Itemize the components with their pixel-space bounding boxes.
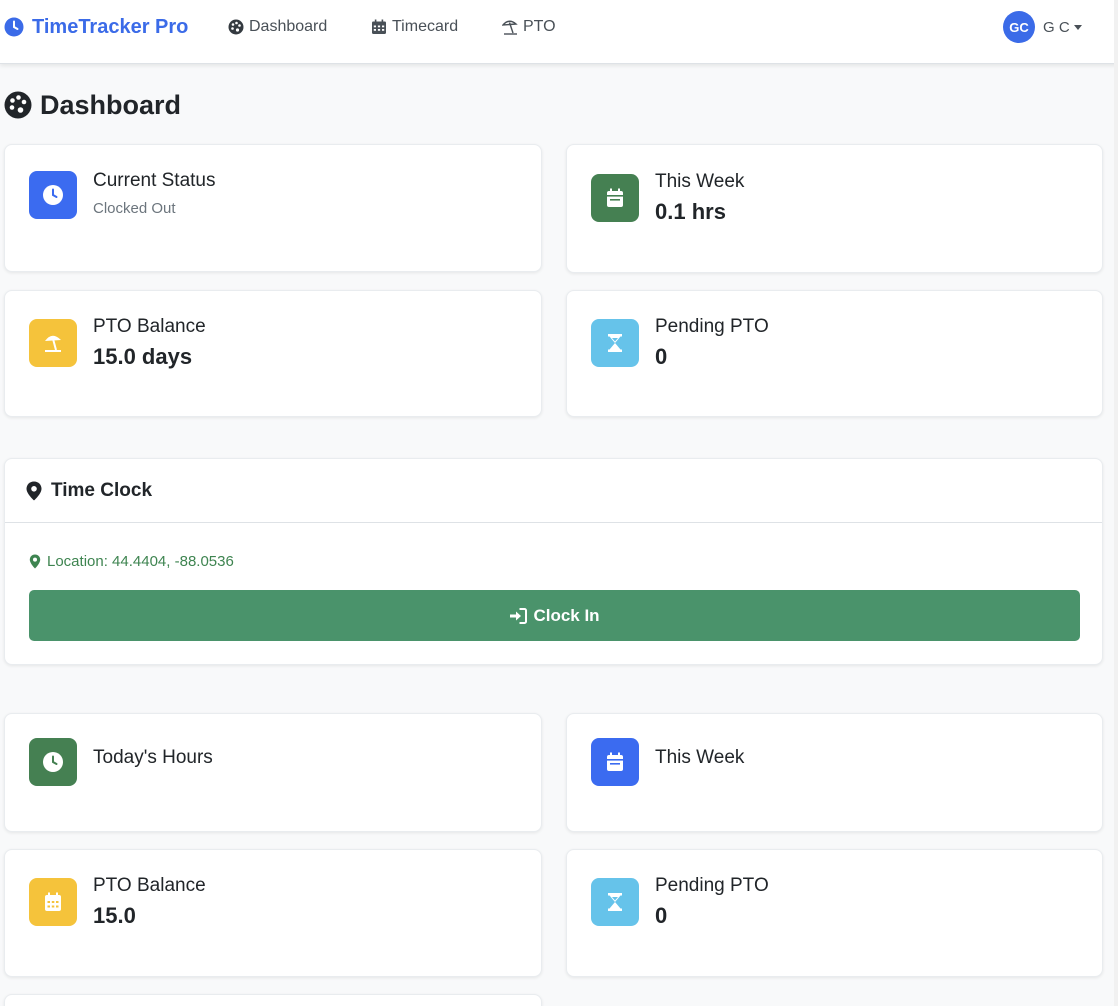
page-title: Dashboard: [4, 88, 181, 122]
time-clock-title-text: Time Clock: [51, 480, 153, 501]
nav-link-pto[interactable]: PTO: [502, 16, 556, 38]
avatar: GC: [1003, 11, 1035, 43]
stat-icon-box: [29, 319, 77, 367]
stat-icon-box: [29, 738, 77, 786]
calendar-grid-icon: [45, 892, 61, 911]
stat-value: 15.0: [93, 903, 136, 928]
clock-icon: [4, 17, 24, 37]
brand-label: TimeTracker Pro: [32, 15, 189, 38]
calendar-icon: [607, 752, 623, 771]
stat-icon-box: [29, 878, 77, 926]
stat-icon-box: [591, 174, 639, 222]
page-title-text: Dashboard: [40, 89, 182, 120]
beach-umbrella-icon: [502, 20, 518, 35]
chevron-down-icon: [1073, 24, 1082, 30]
scrollbar-track[interactable]: [1114, 0, 1118, 1006]
nav-link-dashboard[interactable]: Dashboard: [228, 16, 327, 38]
clock-icon: [43, 185, 63, 205]
stat-value: 15.0 days: [93, 344, 193, 369]
nav-link-timecard[interactable]: Timecard: [371, 16, 458, 38]
brand-link[interactable]: TimeTracker Pro: [4, 14, 188, 40]
partial-card: [4, 994, 542, 1006]
calendar-icon: [607, 188, 623, 207]
stat-value: 0: [655, 344, 668, 369]
stat-card-todays-hours: Today's Hours: [4, 713, 542, 832]
beach-umbrella-icon: [45, 335, 61, 352]
stat-title: Pending PTO: [655, 875, 769, 896]
map-pin-icon: [29, 554, 41, 568]
stat-title: This Week: [655, 747, 745, 768]
stat-card-pto-balance: PTO Balance 15.0 days: [4, 290, 542, 417]
stat-title: Pending PTO: [655, 316, 769, 337]
calendar-grid-icon: [372, 19, 386, 34]
stat-title: PTO Balance: [93, 875, 206, 896]
stat-value: 0.1 hrs: [655, 199, 726, 224]
hourglass-icon: [608, 893, 622, 911]
location-text: Location: 44.4404, -88.0536: [47, 552, 234, 570]
stat-title: This Week: [655, 171, 745, 192]
nav-link-label: PTO: [523, 18, 556, 35]
stat-icon-box: [29, 171, 77, 219]
nav-link-label: Timecard: [392, 18, 459, 35]
time-clock-title: Time Clock: [25, 479, 152, 503]
map-pin-icon: [26, 481, 42, 501]
nav-link-label: Dashboard: [249, 18, 328, 35]
location-readout: Location: 44.4404, -88.0536: [29, 551, 234, 571]
stat-card-pending-pto: Pending PTO 0: [566, 290, 1103, 417]
stat-title: Today's Hours: [93, 747, 213, 768]
user-menu[interactable]: GC G C: [1003, 11, 1082, 43]
stat-icon-box: [591, 878, 639, 926]
time-clock-card: Time Clock Location: 44.4404, -88.0536 C…: [4, 458, 1103, 665]
clock-icon: [43, 752, 63, 772]
top-navbar: TimeTracker Pro Dashboard Timecard PTO G…: [0, 0, 1118, 64]
stat-card-this-week-2: This Week: [566, 713, 1103, 832]
stat-card-pending-pto-2: Pending PTO 0: [566, 849, 1103, 977]
sign-in-icon: [510, 607, 528, 624]
clock-in-label: Clock In: [533, 605, 600, 625]
stat-title: PTO Balance: [93, 316, 206, 337]
stat-icon-box: [591, 738, 639, 786]
stat-card-current-status: Current Status Clocked Out: [4, 144, 542, 272]
palette-icon: [4, 91, 32, 119]
palette-icon: [228, 19, 244, 35]
time-clock-header: Time Clock: [5, 459, 1102, 523]
stat-icon-box: [591, 319, 639, 367]
clock-in-button[interactable]: Clock In: [29, 590, 1080, 641]
hourglass-icon: [608, 334, 622, 352]
stat-value: 0: [655, 903, 668, 928]
stat-card-this-week: This Week 0.1 hrs: [566, 144, 1103, 273]
user-name: G C: [1043, 18, 1070, 36]
stat-subtitle: Clocked Out: [93, 200, 176, 217]
stat-title: Current Status: [93, 170, 216, 191]
stat-card-pto-balance-2: PTO Balance 15.0: [4, 849, 542, 977]
